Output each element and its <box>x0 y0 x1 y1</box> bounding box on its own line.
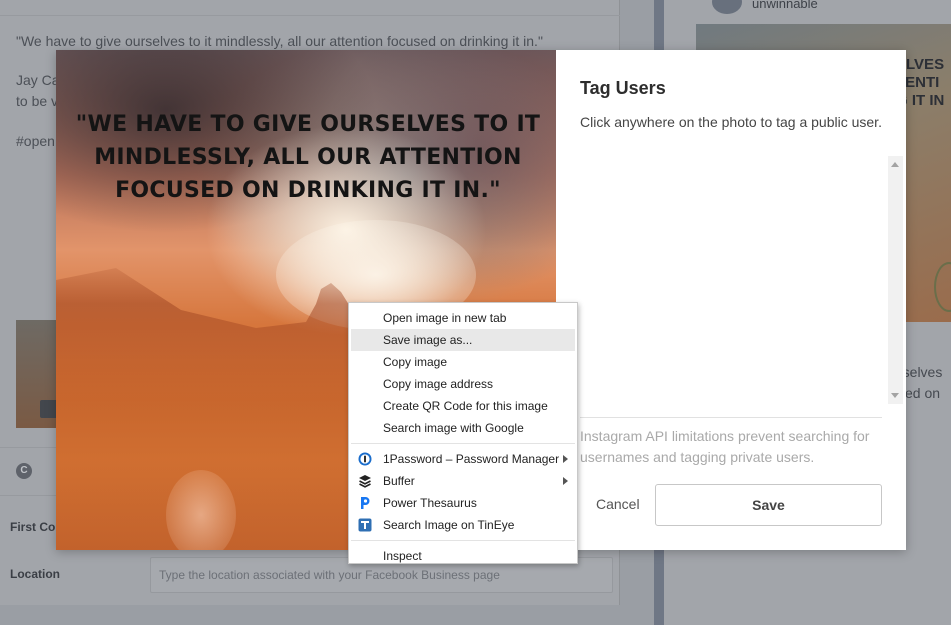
tagged-users-list[interactable] <box>580 156 903 404</box>
menu-item-1password[interactable]: 1Password – Password Manager <box>349 448 577 470</box>
menu-item-buffer-label: Buffer <box>383 474 415 488</box>
power-thesaurus-icon <box>361 497 370 509</box>
photo-quote: "WE HAVE TO GIVE OURSELVES TO IT MINDLES… <box>75 112 541 203</box>
submenu-arrow-icon <box>563 477 568 485</box>
panel-title: Tag Users <box>580 78 666 98</box>
location-label: Location <box>10 567 60 581</box>
menu-item-tineye[interactable]: Search Image on TinEye <box>349 514 577 536</box>
first-comment-label: First Co <box>10 520 56 534</box>
background-username: unwinnable <box>752 0 818 11</box>
background-caption-line2: to be v <box>16 93 59 109</box>
background-c-badge: C <box>16 463 32 479</box>
menu-item-create-qr-code[interactable]: Create QR Code for this image <box>349 395 577 417</box>
context-menu: Open image in new tab Save image as... C… <box>348 302 578 564</box>
menu-item-power-thesaurus[interactable]: Power Thesaurus <box>349 492 577 514</box>
background-caption-line: "We have to give ourselves to it mindles… <box>16 33 543 49</box>
panel-divider <box>580 417 882 418</box>
api-limitation-note: Instagram API limitations prevent search… <box>580 428 870 465</box>
tineye-icon <box>358 518 372 532</box>
menu-item-inspect[interactable]: Inspect <box>349 545 577 567</box>
menu-item-1password-label: 1Password – Password Manager <box>383 452 560 466</box>
menu-item-power-thesaurus-label: Power Thesaurus <box>383 496 477 510</box>
buffer-icon <box>359 475 371 488</box>
save-button[interactable]: Save <box>655 484 882 526</box>
background-hashtag: #open <box>16 133 55 149</box>
tag-users-panel: Tag Users Click anywhere on the photo to… <box>556 50 906 550</box>
menu-item-open-image-new-tab[interactable]: Open image in new tab <box>349 307 577 329</box>
submenu-arrow-icon <box>563 455 568 463</box>
background-caption-author: Jay Ca <box>16 72 60 88</box>
photo-flare <box>166 470 236 550</box>
tag-list-scrollbar[interactable] <box>888 156 903 404</box>
menu-item-tineye-label: Search Image on TinEye <box>383 518 515 532</box>
scroll-down-arrow-icon[interactable] <box>891 393 899 398</box>
menu-item-save-image-as[interactable]: Save image as... <box>351 329 575 351</box>
menu-item-buffer[interactable]: Buffer <box>349 470 577 492</box>
1password-icon <box>358 452 372 466</box>
menu-item-search-image-google[interactable]: Search image with Google <box>349 417 577 439</box>
background-topline <box>0 15 620 16</box>
menu-item-copy-image[interactable]: Copy image <box>349 351 577 373</box>
menu-separator <box>351 540 575 541</box>
menu-item-copy-image-address[interactable]: Copy image address <box>349 373 577 395</box>
menu-separator <box>351 443 575 444</box>
cancel-button[interactable]: Cancel <box>586 484 648 524</box>
location-placeholder: Type the location associated with your F… <box>159 568 500 582</box>
panel-subtitle: Click anywhere on the photo to tag a pub… <box>580 114 882 130</box>
scroll-up-arrow-icon[interactable] <box>891 162 899 167</box>
